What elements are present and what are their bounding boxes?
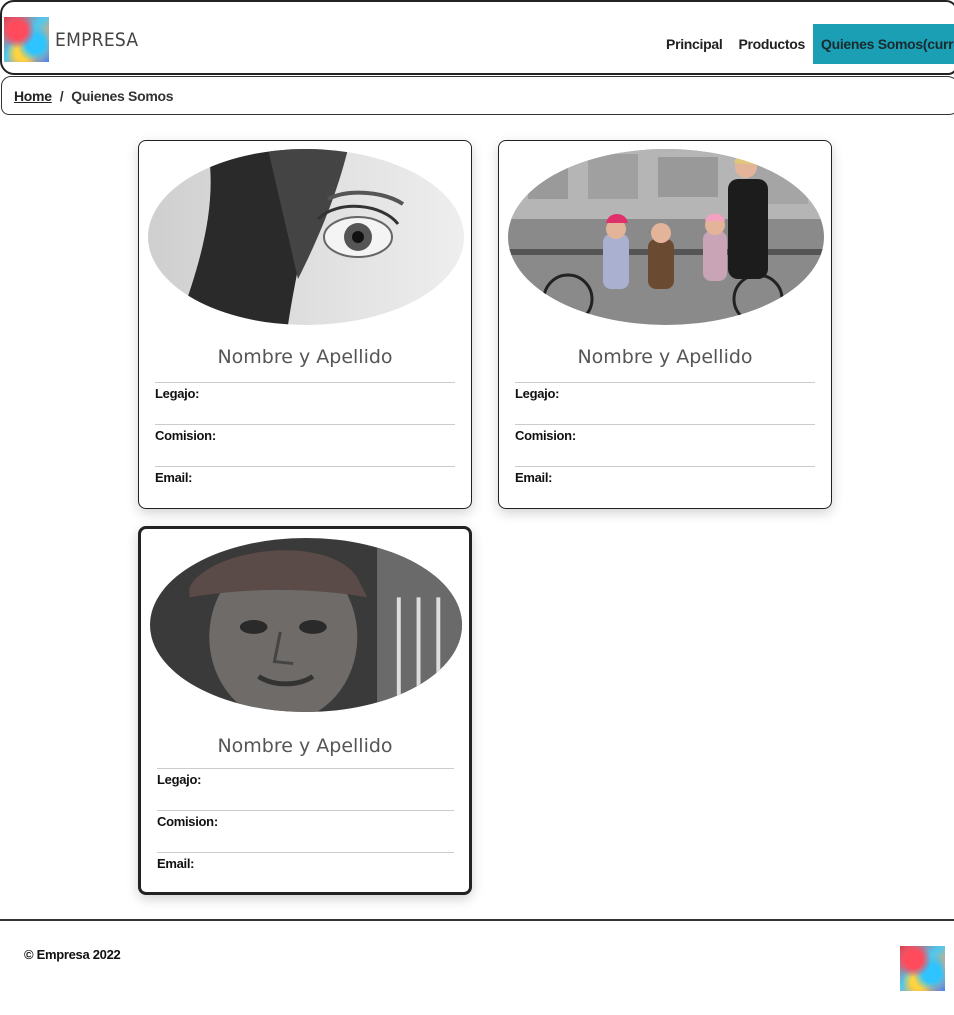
breadcrumb-separator: /	[59, 87, 64, 104]
email-field: Email:	[155, 466, 455, 508]
copyright-text: © Empresa 2022	[24, 947, 121, 962]
member-name: Nombre y Apellido	[217, 735, 393, 757]
breadcrumb-home-link[interactable]: Home	[14, 88, 52, 104]
footer-logo-icon[interactable]	[900, 946, 945, 991]
member-name: Nombre y Apellido	[217, 346, 393, 368]
team-member-card: Nombre y Apellido Legajo: Comision: Emai…	[138, 140, 472, 509]
email-field: Email:	[515, 466, 815, 508]
woman-eye-bw-photo	[148, 149, 464, 325]
footer-divider	[0, 919, 954, 921]
legajo-field: Legajo:	[157, 768, 454, 810]
legajo-field: Legajo:	[155, 382, 455, 424]
old-man-cap-photo	[150, 538, 462, 712]
comision-field: Comision:	[157, 810, 454, 852]
breadcrumb-current: Quienes Somos	[71, 87, 174, 104]
brand[interactable]: EMPRESA	[4, 17, 148, 62]
family-bicycle-photo	[508, 149, 824, 325]
nav-link-principal[interactable]: Principal	[658, 24, 730, 64]
main-nav: Principal Productos Quienes Somos(curren…	[658, 24, 954, 64]
nav-link-quienes-somos[interactable]: Quienes Somos(current)	[813, 24, 954, 64]
navbar: EMPRESA Principal Productos Quienes Somo…	[0, 0, 954, 75]
team-member-card: Nombre y Apellido Legajo: Comision: Emai…	[498, 140, 832, 509]
team-member-card: Nombre y Apellido Legajo: Comision: Emai…	[138, 526, 472, 895]
comision-field: Comision:	[155, 424, 455, 466]
brand-name[interactable]: EMPRESA	[55, 29, 138, 51]
breadcrumb: Home / Quienes Somos	[1, 76, 954, 115]
member-name: Nombre y Apellido	[577, 346, 753, 368]
email-field: Email:	[157, 852, 454, 894]
nav-link-productos[interactable]: Productos	[730, 24, 813, 64]
comision-field: Comision:	[515, 424, 815, 466]
brand-logo-icon[interactable]	[4, 17, 49, 62]
legajo-field: Legajo:	[515, 382, 815, 424]
